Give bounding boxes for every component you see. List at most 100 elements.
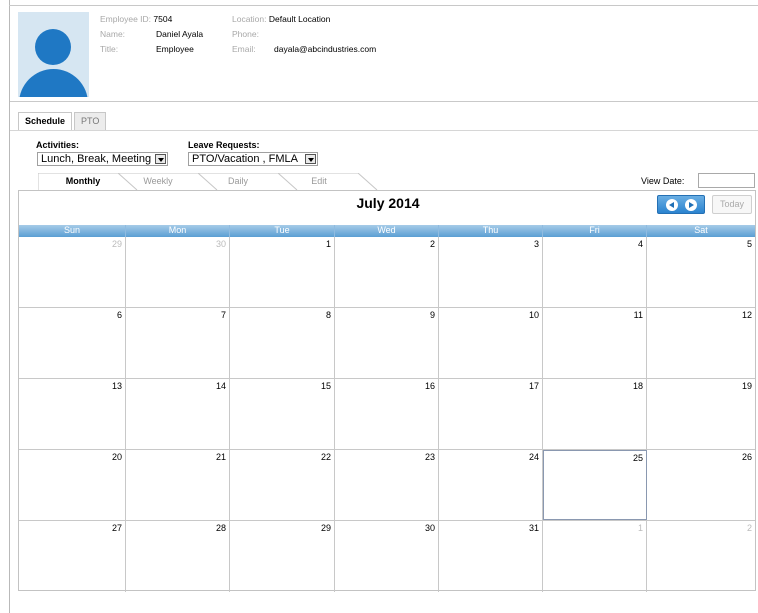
calendar-day-cell[interactable]: 12 (647, 308, 755, 378)
day-number: 5 (746, 239, 752, 249)
calendar-day-cell[interactable]: 10 (439, 308, 543, 378)
day-number: 17 (528, 381, 539, 391)
day-number: 16 (424, 381, 435, 391)
activities-select[interactable]: Lunch, Break, Meeting (37, 152, 168, 166)
calendar-day-cell[interactable]: 2 (335, 237, 439, 307)
calendar-day-cell[interactable]: 6 (19, 308, 126, 378)
phone-row: Phone: (232, 29, 259, 39)
chevron-down-icon[interactable] (305, 154, 316, 164)
day-number: 1 (325, 239, 331, 249)
employee-profile: Employee ID: 7504 Name: Daniel Ayala Titl… (18, 12, 758, 100)
calendar-day-cell[interactable]: 13 (19, 379, 126, 449)
calendar-day-cell[interactable]: 21 (126, 450, 230, 520)
calendar-week-row: 13 14 15 16 17 18 19 (19, 379, 755, 450)
next-month-icon[interactable] (685, 199, 697, 211)
calendar-day-cell[interactable]: 30 (126, 237, 230, 307)
calendar-day-cell[interactable]: 4 (543, 237, 647, 307)
calendar-day-cell[interactable]: 22 (230, 450, 335, 520)
location-value: Default Location (268, 14, 331, 24)
calendar-day-cell[interactable]: 16 (335, 379, 439, 449)
employee-id-label: Employee ID: (100, 14, 152, 24)
calendar-grid: 29 30 1 2 3 4 5 6 7 8 9 10 11 12 13 14 15 16 17 18 19 20 21 22 2… (19, 237, 755, 592)
calendar-day-cell[interactable]: 15 (230, 379, 335, 449)
calendar-day-cell[interactable]: 11 (543, 308, 647, 378)
day-of-week-header: Sun Mon Tue Wed Thu Fri Sat (19, 225, 755, 237)
previous-month-icon[interactable] (666, 199, 678, 211)
calendar-day-cell[interactable]: 20 (19, 450, 126, 520)
today-button[interactable]: Today (712, 195, 752, 214)
calendar-week-row: 29 30 1 2 3 4 5 (19, 237, 755, 308)
day-number: 2 (746, 523, 752, 533)
employee-id-row: Employee ID: 7504 (100, 14, 172, 24)
view-date-input[interactable] (698, 173, 755, 188)
calendar-day-cell[interactable]: 25 (543, 450, 647, 520)
day-number: 2 (429, 239, 435, 249)
calendar-day-cell[interactable]: 24 (439, 450, 543, 520)
calendar-day-cell[interactable]: 1 (230, 237, 335, 307)
calendar-day-cell[interactable]: 23 (335, 450, 439, 520)
month-nav (657, 195, 705, 214)
calendar-day-cell[interactable]: 8 (230, 308, 335, 378)
employee-id-value: 7504 (153, 14, 173, 24)
calendar-title: July 2014 (356, 195, 420, 211)
day-number: 7 (220, 310, 226, 320)
calendar-day-cell[interactable]: 30 (335, 521, 439, 592)
employee-title-value: Employee (156, 44, 194, 54)
calendar-day-cell[interactable]: 27 (19, 521, 126, 592)
calendar-day-cell[interactable]: 17 (439, 379, 543, 449)
tab-edit[interactable]: Edit (278, 173, 378, 190)
day-number: 27 (111, 523, 122, 533)
day-number: 6 (116, 310, 122, 320)
tab-monthly[interactable]: Monthly (38, 173, 138, 190)
avatar-body-icon (19, 69, 88, 97)
day-number: 30 (424, 523, 435, 533)
day-number: 10 (528, 310, 539, 320)
calendar-day-cell[interactable]: 5 (647, 237, 755, 307)
chevron-down-icon[interactable] (155, 154, 166, 164)
calendar-day-cell[interactable]: 9 (335, 308, 439, 378)
calendar-day-cell[interactable]: 18 (543, 379, 647, 449)
tab-weekly-label: Weekly (143, 176, 173, 186)
email-row: Email: dayala@abcindustries.com (232, 44, 376, 54)
day-number: 26 (741, 452, 752, 462)
calendar-day-cell[interactable]: 19 (647, 379, 755, 449)
day-number: 21 (215, 452, 226, 462)
calendar-day-cell[interactable]: 26 (647, 450, 755, 520)
window-left-border (9, 0, 10, 613)
calendar-day-cell[interactable]: 2 (647, 521, 755, 592)
day-header-sat: Sat (694, 225, 708, 235)
day-header-thu: Thu (439, 225, 543, 237)
tab-pto[interactable]: PTO (74, 112, 107, 130)
location-row: Location: Default Location (232, 14, 330, 24)
day-number: 31 (528, 523, 539, 533)
tab-daily[interactable]: Daily (198, 173, 298, 190)
employee-name-label: Name: (100, 29, 126, 39)
activities-label: Activities: (36, 140, 80, 150)
calendar-day-cell[interactable]: 14 (126, 379, 230, 449)
employee-title-row: Title: Employee (100, 44, 194, 54)
day-number: 22 (320, 452, 331, 462)
calendar-day-cell[interactable]: 31 (439, 521, 543, 592)
calendar-day-cell[interactable]: 29 (19, 237, 126, 307)
leave-requests-select[interactable]: PTO/Vacation , FMLA (188, 152, 318, 166)
calendar-week-row: 6 7 8 9 10 11 12 (19, 308, 755, 379)
calendar-day-cell[interactable]: 7 (126, 308, 230, 378)
tab-daily-label: Daily (227, 176, 248, 186)
activities-select-value: Lunch, Break, Meeting (41, 153, 152, 165)
phone-label: Phone: (232, 29, 259, 39)
employee-title-label: Title: (100, 44, 119, 54)
day-number: 11 (633, 310, 643, 320)
tab-weekly[interactable]: Weekly (118, 173, 218, 190)
day-number: 8 (325, 310, 331, 320)
calendar-day-cell[interactable]: 28 (126, 521, 230, 592)
view-date-label: View Date: (641, 176, 685, 186)
day-number: 25 (632, 453, 643, 463)
tab-schedule[interactable]: Schedule (18, 112, 73, 131)
day-number: 29 (111, 239, 122, 249)
leave-requests-label: Leave Requests: (188, 140, 260, 150)
calendar-day-cell[interactable]: 29 (230, 521, 335, 592)
calendar-day-cell[interactable]: 1 (543, 521, 647, 592)
avatar (18, 12, 89, 97)
day-number: 30 (215, 239, 226, 249)
calendar-day-cell[interactable]: 3 (439, 237, 543, 307)
